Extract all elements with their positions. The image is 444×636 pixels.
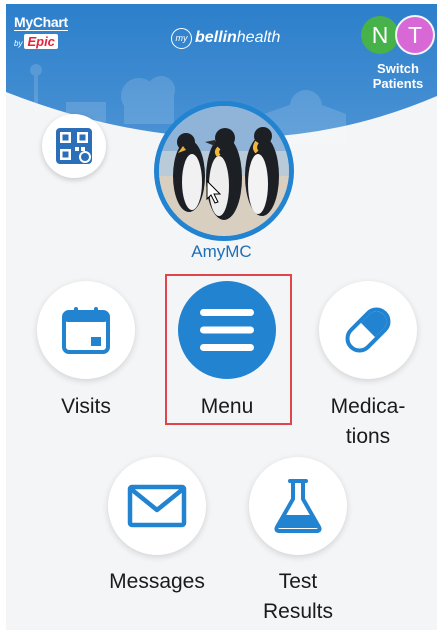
calendar-icon	[62, 307, 110, 354]
medications-label: Medica- tions	[330, 395, 406, 448]
patient-avatar-n[interactable]: N	[361, 16, 399, 54]
switch-patients-button[interactable]: Switch Patients	[358, 61, 437, 91]
pill-capsule-icon	[345, 307, 391, 353]
user-name: AmyMC	[191, 242, 252, 261]
penguins-image	[159, 106, 289, 236]
visits-label: Visits	[61, 395, 111, 418]
mybellinhealth-logo: my bellin health	[171, 26, 280, 50]
visits-button[interactable]	[37, 281, 135, 379]
envelope-icon	[127, 484, 187, 528]
medications-button[interactable]	[319, 281, 417, 379]
mychart-home-screen: MyChart by Epic my bellin health N T Switc…	[6, 4, 437, 630]
test-results-button[interactable]	[249, 457, 347, 555]
messages-button[interactable]	[108, 457, 206, 555]
qr-code-icon	[56, 128, 92, 164]
flask-icon	[274, 479, 322, 533]
test-results-label: Test Results	[262, 570, 334, 623]
profile-photo[interactable]	[154, 101, 294, 241]
messages-label: Messages	[109, 570, 205, 593]
patient-avatar-t[interactable]: T	[395, 15, 435, 55]
share-qr-button[interactable]	[42, 114, 106, 178]
menu-highlight-box	[165, 274, 292, 425]
mychart-by-epic-logo: MyChart by Epic	[14, 14, 68, 49]
